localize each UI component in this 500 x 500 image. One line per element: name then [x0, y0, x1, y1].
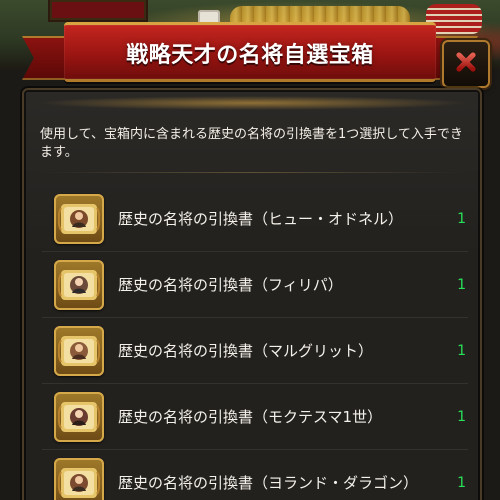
panel-description: 使用して、宝箱内に含まれる歴史の名将の引換書を1つ選択して入手できます。	[40, 127, 463, 160]
screen: 戦略天才の名将自選宝箱 使用して、宝箱内に含まれる歴史の名将の引換書を1つ選択し…	[0, 0, 500, 500]
item-count: 1	[457, 409, 466, 425]
close-button[interactable]	[442, 40, 490, 88]
item-count: 1	[457, 343, 466, 359]
row-separator	[42, 449, 468, 450]
item-count: 1	[457, 211, 466, 227]
item-label: 歴史の名将の引換書（フィリパ）	[118, 276, 343, 294]
item-count: 1	[457, 475, 466, 491]
item-label: 歴史の名将の引換書（ヒュー・オドネル）	[118, 210, 404, 228]
page-title: 戦略天才の名将自選宝箱	[126, 43, 374, 68]
item-label: 歴史の名将の引換書（ヨランド・ダラゴン）	[118, 474, 419, 492]
scroll-portrait-icon	[54, 392, 104, 442]
chest-panel: 使用して、宝箱内に含まれる歴史の名将の引換書を1つ選択して入手できます。 歴史の…	[22, 88, 482, 500]
item-label: 歴史の名将の引換書（マルグリット）	[118, 342, 374, 360]
scroll-portrait-icon	[54, 326, 104, 376]
item-label: 歴史の名将の引換書（モクテスマ1世）	[118, 408, 383, 426]
reward-list: 歴史の名将の引換書（ヒュー・オドネル） 1 歴史の名将の引換書（フィリパ） 1 …	[42, 188, 468, 500]
title-banner: 戦略天才の名将自選宝箱	[22, 22, 478, 82]
item-count: 1	[457, 277, 466, 293]
row-separator	[42, 383, 468, 384]
description-divider	[42, 172, 462, 173]
list-item[interactable]: 歴史の名将の引換書（ヨランド・ダラゴン） 1	[42, 452, 468, 500]
scroll-portrait-icon	[54, 260, 104, 310]
list-item[interactable]: 歴史の名将の引換書（モクテスマ1世） 1	[42, 386, 468, 450]
panel-top-glow	[36, 96, 468, 110]
row-separator	[42, 317, 468, 318]
scroll-portrait-icon	[54, 194, 104, 244]
background-card	[50, 0, 146, 20]
close-icon	[452, 48, 480, 80]
list-item[interactable]: 歴史の名将の引換書（フィリパ） 1	[42, 254, 468, 318]
list-item[interactable]: 歴史の名将の引換書（マルグリット） 1	[42, 320, 468, 384]
banner-main: 戦略天才の名将自選宝箱	[64, 22, 436, 82]
scroll-portrait-icon	[54, 458, 104, 500]
row-separator	[42, 251, 468, 252]
list-item[interactable]: 歴史の名将の引換書（ヒュー・オドネル） 1	[42, 188, 468, 252]
